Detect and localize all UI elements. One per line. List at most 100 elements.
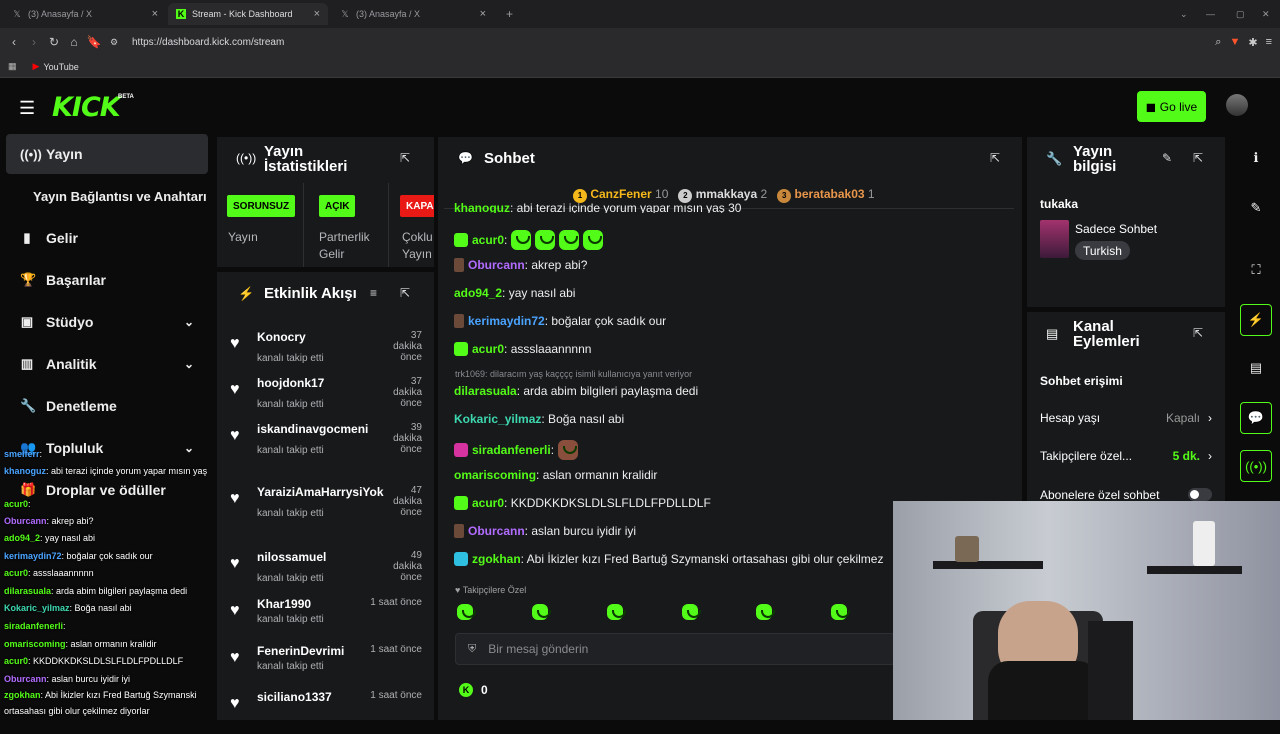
chat-username[interactable]: Oburcann <box>468 524 525 538</box>
back-icon[interactable]: ‹ <box>4 35 24 49</box>
browser-tab-1[interactable]: 𝕏 (3) Anasayfa / X × <box>4 3 166 25</box>
new-tab-icon[interactable]: + <box>498 3 521 25</box>
sidebar-item-gelir[interactable]: ▮ Gelir <box>6 218 208 258</box>
home-icon[interactable]: ⌂ <box>64 35 84 49</box>
kick-points[interactable]: K 0 <box>459 683 488 697</box>
browser-tab-3[interactable]: 𝕏 (3) Anasayfa / X × <box>332 3 494 25</box>
toggle-switch[interactable] <box>1188 488 1212 501</box>
site-info-icon[interactable]: ⚙ <box>104 37 124 48</box>
sidebar-item-studyo[interactable]: ▣ Stüdyo ⌄ <box>6 302 208 342</box>
hamburger-menu-icon[interactable]: ☰ <box>19 98 35 119</box>
sidebar-item-topluluk[interactable]: 👥 Topluluk ⌄ <box>6 428 208 468</box>
chat-message[interactable]: dilarasuala: arda abim bilgileri paylaşm… <box>454 384 698 398</box>
screenshot-icon[interactable]: ⛶ <box>1240 254 1272 286</box>
close-icon[interactable]: × <box>480 8 486 20</box>
minimize-icon[interactable]: — <box>1198 3 1223 25</box>
chat-message[interactable]: Kokaric_yilmaz: Boğa nasıl abi <box>454 412 624 426</box>
sidebar-item-denetleme[interactable]: 🔧 Denetleme <box>6 386 208 426</box>
maximize-icon[interactable]: ▢ <box>1228 3 1253 25</box>
chat-message[interactable]: zgokhan: Abi İkizler kızı Fred Bartuğ Sz… <box>454 552 883 566</box>
chat-message[interactable]: acur0: assslaaannnnn <box>454 342 591 356</box>
kick-emote[interactable] <box>682 604 701 620</box>
chat-message[interactable]: siradanfenerli: <box>454 440 579 460</box>
brave-shield-icon[interactable]: ▼ <box>1229 36 1240 49</box>
chat-username[interactable]: dilarasuala <box>454 384 517 398</box>
chat-username[interactable]: Kokaric_yilmaz <box>454 412 541 426</box>
chat-username[interactable]: omariscoming <box>454 468 536 482</box>
popout-icon[interactable]: ⇱ <box>990 151 1000 165</box>
bookmark-youtube[interactable]: YouTube <box>43 62 78 72</box>
chat-message[interactable]: acur0: <box>454 230 604 250</box>
broadcast-icon[interactable]: ((•)) <box>1240 450 1272 482</box>
chat-username[interactable]: acur0 <box>472 233 504 247</box>
sidebar-item-stream-key[interactable]: Yayın Bağlantısı ve Anahtarı <box>6 176 208 216</box>
edit-pencil-icon[interactable]: ✎ <box>1162 151 1172 165</box>
sidebar-item-basarilar[interactable]: 🏆 Başarılar <box>6 260 208 300</box>
activity-event[interactable]: ♥ iskandinavgocmeni kanalı takip etti 39 da… <box>228 422 428 466</box>
extensions-icon[interactable]: ✱ <box>1248 36 1257 49</box>
chat-icon[interactable]: 💬 <box>1240 402 1272 434</box>
chat-username[interactable]: acur0 <box>472 496 504 510</box>
chat-username[interactable]: Oburcann <box>468 258 525 272</box>
kick-emote[interactable] <box>583 230 604 250</box>
go-live-button[interactable]: ◼ Go live <box>1137 91 1206 122</box>
kick-logo[interactable]: KICK <box>52 92 121 123</box>
apps-grid-icon[interactable]: ▦ <box>8 61 17 72</box>
activity-event[interactable]: ♥ nilossamuel kanalı takip etti 49 dakika ö… <box>228 550 428 594</box>
zoom-icon[interactable]: ⌕ <box>1215 36 1221 49</box>
chat-username[interactable]: kerimaydin72 <box>468 314 545 328</box>
kick-emote[interactable] <box>559 230 580 250</box>
tab-list-icon[interactable]: ⌄ <box>1172 3 1196 25</box>
sidebar-item-droplar[interactable]: 🎁 Droplar ve ödüller <box>6 470 208 510</box>
sidebar-item-analitik[interactable]: ▥ Analitik ⌄ <box>6 344 208 384</box>
forward-icon[interactable]: › <box>24 35 44 49</box>
kick-emote[interactable] <box>511 230 532 250</box>
edit-icon[interactable]: ✎ <box>1240 192 1272 224</box>
menu-icon[interactable]: ≡ <box>1266 36 1272 49</box>
chat-message[interactable]: omariscoming: aslan ormanın kralidir <box>454 468 657 482</box>
chat-message[interactable]: kerimaydin72: boğalar çok sadık our <box>454 314 666 328</box>
kick-emote[interactable] <box>535 230 556 250</box>
image-emote[interactable] <box>558 440 579 460</box>
popout-icon[interactable]: ⇱ <box>1193 326 1203 340</box>
action-row-account-age[interactable]: Hesap yaşı Kapalı › <box>1040 411 1212 425</box>
activity-event[interactable]: ♥ Konocry kanalı takip etti 37 dakika önce <box>228 330 428 374</box>
action-row-followers-only[interactable]: Takipçilere özel... 5 dk. › <box>1040 449 1212 463</box>
activity-event[interactable]: ♥ siciliano1337 1 saat önce <box>228 690 428 734</box>
chat-message[interactable]: khanoguz: abi terazi içinde yorum yapar … <box>454 203 741 213</box>
chat-username[interactable]: khanoguz <box>454 203 510 213</box>
chat-message[interactable]: ado94_2: yay nasıl abi <box>454 286 575 300</box>
activity-event[interactable]: ♥ YaraiziAmaHarrysiYok kanalı takip etti 47… <box>228 485 428 529</box>
filter-icon[interactable]: ≡ <box>370 286 377 300</box>
activity-event[interactable]: ♥ Khar1990 kanalı takip etti 1 saat önce <box>228 597 428 641</box>
chat-username[interactable]: siradanfenerli <box>472 443 551 457</box>
chat-message[interactable]: Oburcann: akrep abi? <box>454 258 587 272</box>
chat-message[interactable]: Oburcann: aslan burcu iyidir iyi <box>454 524 636 538</box>
chat-username[interactable]: zgokhan <box>472 552 521 566</box>
kick-emote[interactable] <box>457 604 476 620</box>
user-avatar[interactable] <box>1226 94 1248 116</box>
activity-event[interactable]: ♥ hoojdonk17 kanalı takip etti 37 dakika ön… <box>228 376 428 420</box>
url-field[interactable]: https://dashboard.kick.com/stream <box>132 37 284 48</box>
info-icon[interactable]: ℹ <box>1240 142 1272 174</box>
kick-emote[interactable] <box>607 604 626 620</box>
kick-emote[interactable] <box>756 604 775 620</box>
lightning-icon[interactable]: ⚡ <box>1240 304 1272 336</box>
kick-emote[interactable] <box>831 604 850 620</box>
close-icon[interactable]: × <box>152 8 158 20</box>
activity-event[interactable]: ♥ FenerinDevrimi kanalı takip etti 1 saat ö… <box>228 644 428 688</box>
kick-emote[interactable] <box>532 604 551 620</box>
bookmark-icon[interactable]: 🔖 <box>84 35 104 49</box>
reload-icon[interactable]: ↻ <box>44 35 64 49</box>
action-row-subscribers-only[interactable]: Abonelere özel sohbet <box>1040 488 1212 502</box>
window-close-icon[interactable]: ✕ <box>1254 3 1278 25</box>
popout-icon[interactable]: ⇱ <box>400 286 410 300</box>
close-icon[interactable]: × <box>314 8 320 20</box>
chat-username[interactable]: acur0 <box>472 342 504 356</box>
chat-input[interactable]: ⛨ Bir mesaj gönderin <box>455 633 895 665</box>
sidebar-item-yayin[interactable]: ((•)) Yayın <box>6 134 208 174</box>
chat-username[interactable]: ado94_2 <box>454 286 502 300</box>
document-icon[interactable]: ▤ <box>1240 352 1272 384</box>
chat-message[interactable]: acur0: KKDDKKDKSLDLSLFLDLFPDLLDLF <box>454 496 711 510</box>
popout-icon[interactable]: ⇱ <box>400 151 410 165</box>
